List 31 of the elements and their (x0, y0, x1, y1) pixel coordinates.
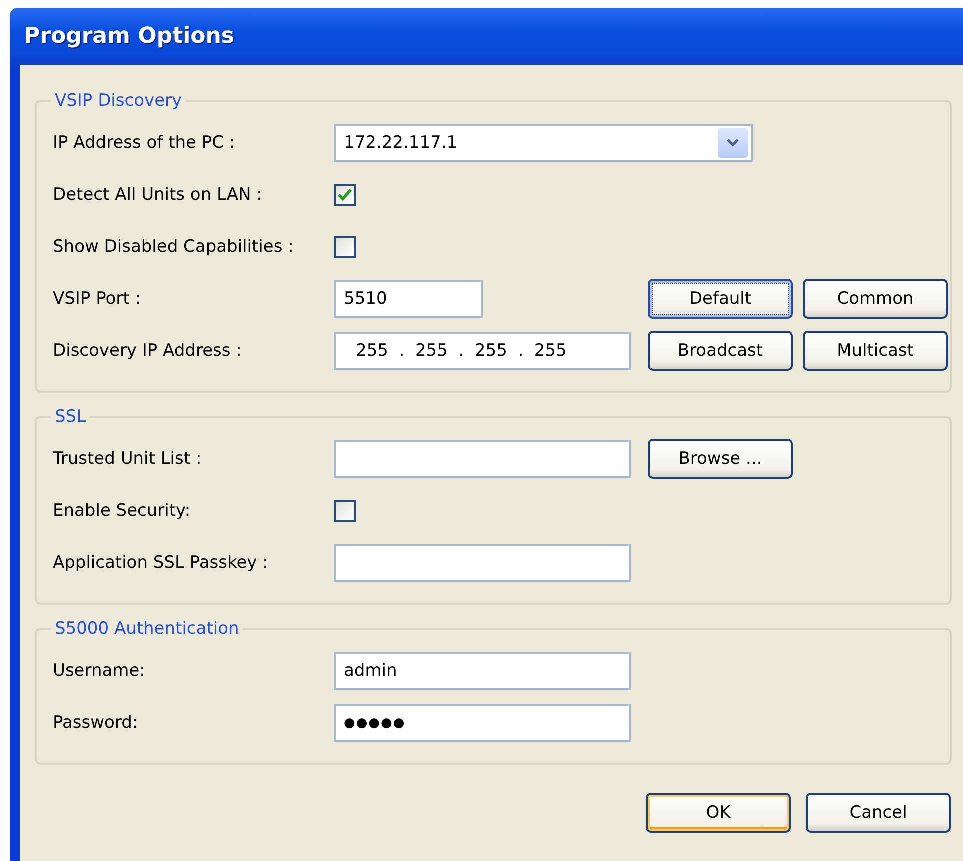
push-button[interactable]: Multicast (803, 331, 948, 371)
field-label: Password: (53, 713, 140, 733)
field-label: Enable Security: (53, 501, 192, 521)
group-title: VSIP Discovery (54, 91, 184, 111)
text-field[interactable]: 5510 (334, 280, 483, 318)
push-button[interactable]: OK (646, 793, 791, 833)
push-button[interactable]: Browse ... (648, 439, 793, 479)
field-label: Show Disabled Capabilities : (53, 237, 295, 257)
checkbox[interactable] (334, 184, 356, 206)
field-label: Username: (53, 661, 146, 681)
field-label: Discovery IP Address : (53, 341, 243, 361)
field-label: IP Address of the PC : (53, 133, 236, 153)
group-title: S5000 Authentication (54, 619, 240, 639)
password-field[interactable]: ●●●●● (334, 704, 631, 742)
checkbox[interactable] (334, 236, 356, 258)
window-title: Program Options (24, 24, 234, 49)
ip-address-field[interactable]: 255 . 255 . 255 . 255 (334, 332, 631, 370)
text-field[interactable]: admin (334, 652, 631, 690)
field-label: Detect All Units on LAN : (53, 185, 264, 205)
text-field[interactable] (334, 544, 631, 582)
checkbox[interactable] (334, 500, 356, 522)
text-field[interactable] (334, 440, 631, 478)
ip-dropdown[interactable]: 172.22.117.1 (334, 124, 753, 162)
field-label: Application SSL Passkey : (53, 553, 270, 573)
group-title: SSL (54, 407, 88, 427)
push-button[interactable]: Broadcast (648, 331, 793, 371)
push-button[interactable]: Common (803, 279, 948, 319)
field-label: VSIP Port : (53, 289, 142, 309)
push-button[interactable]: Default (648, 279, 793, 319)
push-button[interactable]: Cancel (806, 793, 951, 833)
field-label: Trusted Unit List : (53, 449, 203, 469)
